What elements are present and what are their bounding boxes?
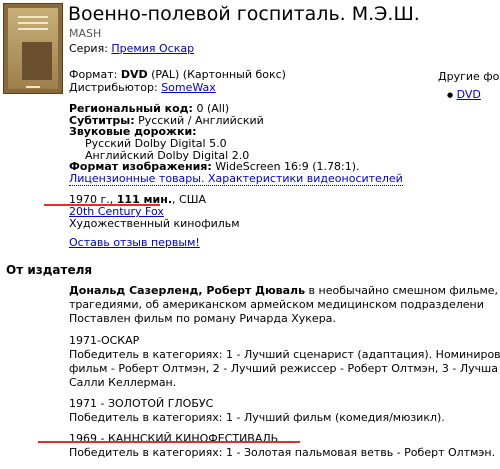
award-text: Победитель в категориях: 1 - Золотая пал… (69, 446, 496, 459)
original-title: MASH (69, 27, 102, 40)
publisher-heading: От издателя (6, 263, 93, 277)
distributor-link[interactable]: SomeWax (161, 81, 216, 94)
award-title: 1971 - ЗОЛОТОЙ ГЛОБУС (69, 397, 214, 410)
license-row: Лицензионные товары. Характеристики виде… (69, 172, 403, 186)
format-label: Формат: (69, 68, 118, 81)
other-format-link[interactable]: DVD (457, 88, 481, 101)
publisher-intro: Дональд Сазерленд, Роберт Дюваль в необы… (69, 283, 500, 298)
country-text: , США (172, 193, 207, 206)
review-link[interactable]: Оставь отзыв первым! (69, 236, 200, 249)
intro-text: Поставлен фильм по роману Ричарда Хукера… (69, 312, 336, 325)
distributor-label: Дистрибьютор: (69, 81, 158, 94)
product-title: Военно-полевой госпиталь. М.Э.Ш. (68, 3, 420, 25)
format-value-bold: DVD (120, 68, 148, 81)
award-title: 1969 - КАННСКИЙ КИНОФЕСТИВАЛЬ (69, 432, 279, 445)
intro-text: в необычайно смешном фильме, со (305, 284, 500, 297)
award-text: Салли Келлерман. (69, 376, 177, 389)
highlight-underline (38, 441, 300, 443)
review-row: Оставь отзыв первым! (69, 236, 200, 249)
other-format-item[interactable]: ● DVD (447, 88, 481, 101)
distributor-row: Дистрибьютор: SomeWax (69, 81, 216, 94)
award-text: фильм - Роберт Олтмэн, 2 - Лучший режисс… (69, 362, 498, 375)
intro-text: трагедиями, об американском армейском ме… (69, 298, 484, 311)
other-formats-heading: Другие фо (438, 70, 500, 83)
bullet-icon: ● (447, 91, 454, 99)
award-text: Победитель в категориях: 1 - Лучший сцен… (69, 348, 500, 361)
license-link[interactable]: Лицензионные товары. Характеристики виде… (69, 172, 403, 186)
series-label: Серия: (69, 42, 108, 55)
award-title: 1971-ОСКАР (69, 334, 140, 347)
series-row: Серия: Премия Оскар (69, 42, 194, 55)
award-text: Победитель в категориях: 1 - Лучший филь… (69, 411, 445, 424)
format-value: (PAL) (Картонный бокс) (151, 68, 286, 81)
film-kind: Художественный кинофильм (69, 217, 240, 230)
intro-cast: Дональд Сазерленд, Роберт Дюваль (69, 284, 306, 297)
format-row: Формат: DVD (PAL) (Картонный бокс) (69, 68, 286, 81)
series-link[interactable]: Премия Оскар (111, 42, 194, 55)
dvd-cover-image[interactable] (3, 3, 63, 94)
